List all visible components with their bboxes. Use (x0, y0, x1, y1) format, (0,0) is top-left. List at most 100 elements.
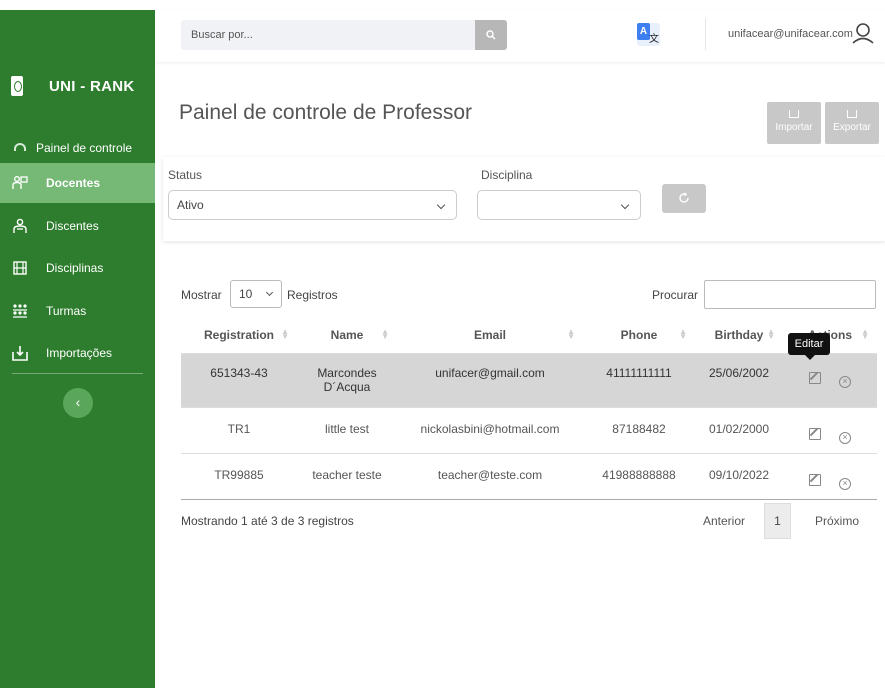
table-row[interactable]: TR1 little test nickolasbini@hotmail.com… (181, 407, 877, 454)
import-button[interactable]: Importar (767, 102, 821, 144)
cell-registration: TR99885 (181, 453, 297, 500)
table-row[interactable]: 651343-43 Marcondes D´Acqua unifacer@gma… (181, 353, 877, 408)
topbar: A 文 unifacear@unifacear.com (155, 10, 885, 62)
sidebar: UNI - RANK Painel de controle Docentes D… (0, 10, 155, 688)
chevron-down-icon (620, 200, 630, 210)
cell-birthday: 25/06/2002 (695, 353, 783, 408)
cell-name: little test (297, 407, 397, 454)
user-email[interactable]: unifacear@unifacear.com (728, 28, 853, 40)
table-header-row: Registration ▲ ▼ Name ▲ ▼ Email ▲ ▼ Phone ▲ ▼ Bi… (181, 317, 877, 354)
sidebar-item-disciplinas[interactable]: Disciplinas (0, 248, 155, 288)
brand: UNI - RANK (0, 72, 155, 112)
sidebar-item-docentes[interactable]: Docentes (0, 163, 155, 203)
cell-phone: 41988888888 (583, 453, 695, 500)
brand-logo-icon (11, 76, 23, 96)
import-label: Importar (775, 122, 813, 133)
sidebar-item-label: Painel de controle (36, 141, 133, 155)
export-icon (847, 110, 857, 118)
edit-icon[interactable] (809, 427, 821, 440)
sidebar-item-label: Discentes (46, 219, 99, 233)
export-button[interactable]: Exportar (825, 102, 879, 144)
sidebar-item-label: Importações (46, 346, 113, 360)
table-row[interactable]: TR99885 teacher teste teacher@teste.com … (181, 453, 877, 500)
chevron-down-icon (436, 200, 446, 210)
sort-icon: ▲ ▼ (281, 327, 289, 341)
filter-card: Status Ativo Disciplina (163, 157, 885, 241)
delete-icon[interactable]: × (839, 375, 851, 388)
cell-name: Marcondes D´Acqua (297, 353, 397, 408)
sidebar-item-label: Turmas (46, 304, 87, 318)
sidebar-item-turmas[interactable]: Turmas (0, 291, 155, 331)
cell-birthday: 01/02/2000 (695, 407, 783, 454)
discipline-label: Disciplina (481, 168, 533, 182)
translate-glyph: 文 (649, 34, 659, 45)
chevron-down-icon (265, 288, 274, 297)
sort-icon: ▲ ▼ (767, 327, 775, 341)
column-header-phone[interactable]: Phone ▲ ▼ (583, 317, 695, 354)
delete-icon[interactable]: × (839, 477, 851, 490)
header-label: Registration (203, 327, 274, 342)
column-header-email[interactable]: Email ▲ ▼ (397, 317, 583, 354)
sidebar-divider (12, 373, 143, 374)
search-icon (486, 30, 496, 40)
cell-registration: 651343-43 (181, 353, 297, 408)
page-length-select[interactable]: 10 (230, 280, 282, 308)
edit-icon[interactable] (809, 473, 821, 486)
cell-email: teacher@teste.com (397, 453, 583, 500)
page-length-value: 10 (239, 287, 253, 301)
refresh-button[interactable] (662, 184, 706, 213)
cell-name: teacher teste (297, 453, 397, 500)
pagination-page-1[interactable]: 1 (764, 503, 791, 539)
import-icon (789, 110, 799, 118)
translate-icon[interactable]: A 文 (637, 23, 660, 46)
status-select[interactable]: Ativo (168, 190, 457, 220)
column-header-registration[interactable]: Registration ▲ ▼ (181, 317, 297, 354)
sidebar-collapse-button[interactable]: ‹ (63, 388, 93, 418)
teacher-icon (12, 175, 28, 191)
search-input[interactable] (181, 20, 475, 50)
import-icon (12, 345, 28, 361)
column-header-name[interactable]: Name ▲ ▼ (297, 317, 397, 354)
table-info: Mostrando 1 até 3 de 3 registros (181, 514, 354, 528)
sort-icon: ▲ ▼ (567, 327, 575, 341)
header-label: Email (473, 327, 506, 342)
export-label: Exportar (833, 122, 871, 133)
pagination-next[interactable]: Próximo (815, 514, 859, 528)
user-icon[interactable] (852, 22, 874, 44)
discipline-select[interactable] (477, 190, 641, 220)
sidebar-item-label: Docentes (46, 176, 101, 190)
column-header-birthday[interactable]: Birthday ▲ ▼ (695, 317, 783, 354)
cell-actions: × (783, 407, 877, 454)
classes-icon (12, 303, 28, 319)
dashboard-icon (14, 140, 28, 156)
cell-email: nickolasbini@hotmail.com (397, 407, 583, 454)
sort-icon: ▲ ▼ (381, 327, 389, 341)
status-value: Ativo (177, 198, 204, 212)
edit-icon[interactable] (809, 371, 821, 384)
delete-icon[interactable]: × (839, 431, 851, 444)
brand-name: UNI - RANK (49, 78, 135, 95)
table-search-label: Procurar (652, 288, 699, 302)
header-label: Birthday (714, 327, 764, 342)
cell-actions: × (783, 453, 877, 500)
cell-email: unifacer@gmail.com (397, 353, 583, 408)
cell-birthday: 09/10/2022 (695, 453, 783, 500)
cell-registration: TR1 (181, 407, 297, 454)
sidebar-item-dashboard[interactable]: Painel de controle (0, 128, 155, 168)
page-title: Painel de controle de Professor (179, 101, 473, 124)
records-label: Registros (287, 288, 338, 302)
teachers-table: Registration ▲ ▼ Name ▲ ▼ Email ▲ ▼ Phone ▲ ▼ Bi… (181, 317, 877, 500)
edit-tooltip: Editar (788, 333, 830, 360)
topbar-separator (705, 18, 706, 50)
subjects-icon (12, 260, 28, 276)
status-label: Status (168, 168, 203, 182)
search-button[interactable] (475, 20, 507, 50)
cell-phone: 87188482 (583, 407, 695, 454)
table-search-input[interactable] (704, 280, 876, 309)
student-icon (12, 218, 28, 234)
pagination-previous[interactable]: Anterior (703, 514, 745, 528)
sidebar-item-discentes[interactable]: Discentes (0, 206, 155, 246)
sidebar-item-importacoes[interactable]: Importações (0, 333, 155, 373)
show-label: Mostrar (181, 288, 222, 302)
cell-phone: 41111111111 (583, 353, 695, 408)
